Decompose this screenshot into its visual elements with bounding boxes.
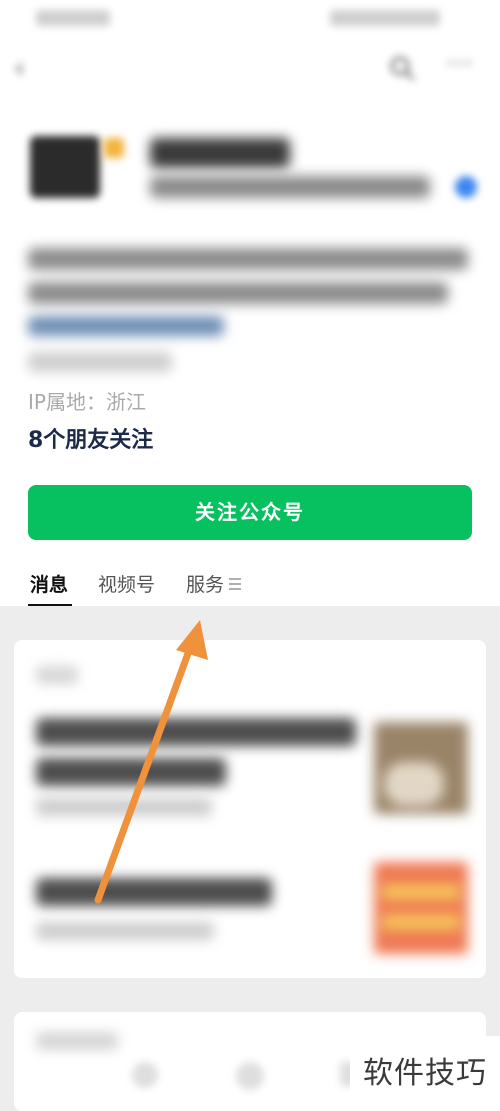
search-icon[interactable] xyxy=(388,54,416,82)
profile-tabs: 消息 视频号 服务 xyxy=(0,570,500,607)
tab-services[interactable]: 服务 xyxy=(186,570,224,600)
system-back-icon[interactable] xyxy=(132,1062,158,1088)
article-meta xyxy=(36,798,212,816)
account-subtitle xyxy=(150,176,430,198)
follow-account-button[interactable]: 关注公众号 xyxy=(28,485,472,540)
article-thumbnail[interactable] xyxy=(374,862,468,954)
account-intro-line xyxy=(28,248,468,270)
menu-icon[interactable] xyxy=(229,578,241,590)
account-content-count xyxy=(28,352,172,372)
article-title[interactable] xyxy=(36,878,272,906)
article-thumbnail[interactable] xyxy=(374,722,468,814)
tab-messages[interactable]: 消息 xyxy=(30,570,68,600)
article-title[interactable] xyxy=(36,758,226,786)
feed-section-header xyxy=(36,666,78,684)
top-navigation: ‹ ··· xyxy=(0,46,500,90)
more-icon[interactable]: ··· xyxy=(446,51,480,82)
status-bar xyxy=(0,0,500,38)
verified-icon xyxy=(455,176,477,198)
account-avatar[interactable] xyxy=(30,136,100,198)
tab-channels[interactable]: 视频号 xyxy=(98,570,155,600)
status-left-indicators xyxy=(36,10,110,26)
feed-section-header xyxy=(36,1032,118,1050)
watermark: 软件技巧 xyxy=(350,1036,500,1111)
account-name xyxy=(150,138,290,168)
avatar-badge xyxy=(104,138,124,158)
account-intro-line xyxy=(28,282,448,304)
system-home-icon[interactable] xyxy=(236,1062,264,1090)
account-intro-link[interactable] xyxy=(28,316,224,336)
ip-location: IP属地：浙江 xyxy=(28,390,146,414)
back-arrow-icon[interactable]: ‹ xyxy=(14,54,38,82)
status-right-indicators xyxy=(330,10,440,26)
friends-following[interactable]: 8个朋友关注 xyxy=(28,426,153,456)
article-title[interactable] xyxy=(36,718,356,746)
article-meta xyxy=(36,922,214,940)
